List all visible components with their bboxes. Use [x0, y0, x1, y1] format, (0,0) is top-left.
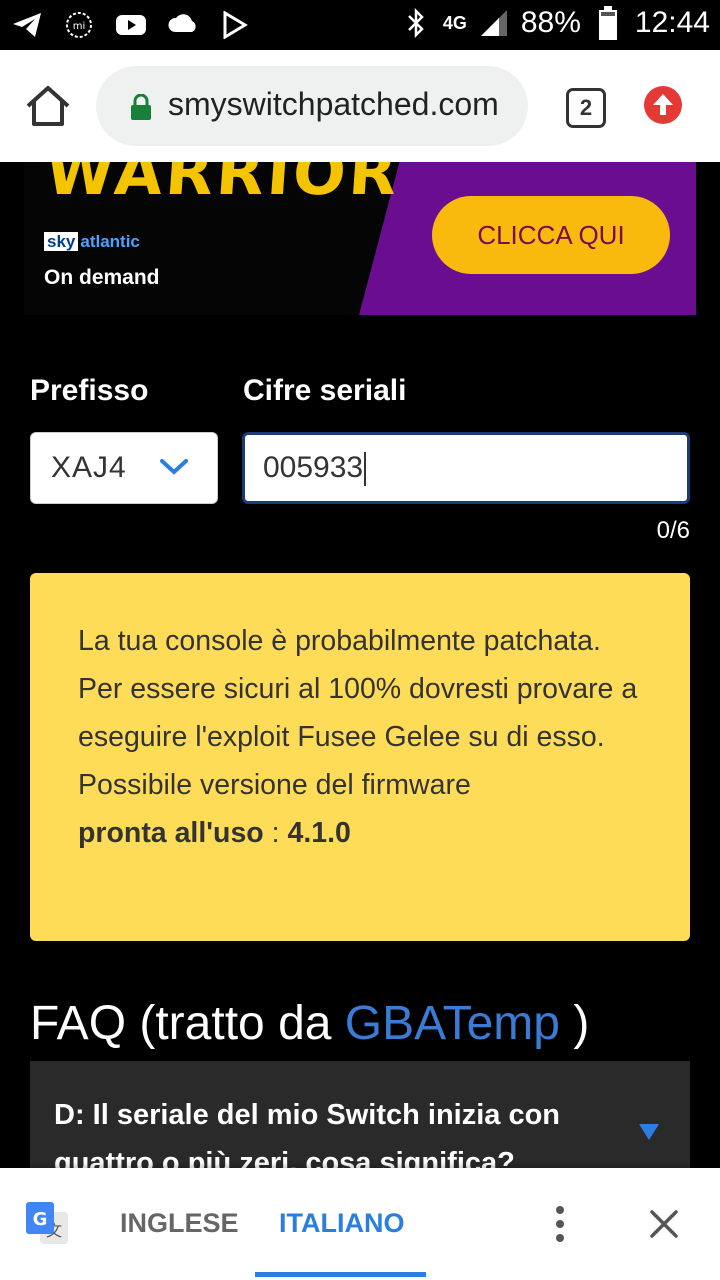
gbatemp-link[interactable]: GBATemp	[345, 997, 560, 1050]
status-bar: mi 4G 88% 12:44	[0, 0, 720, 50]
firmware-version: 4.1.0	[287, 817, 351, 849]
serial-counter: 0/6	[656, 517, 690, 544]
translate-bar: 文 G INGLESE ITALIANO	[0, 1168, 720, 1280]
close-translate-button[interactable]	[644, 1204, 684, 1244]
serial-input[interactable]: 005933	[242, 432, 690, 504]
address-bar[interactable]: smyswitchpatched.com	[96, 66, 528, 146]
update-button[interactable]	[644, 86, 682, 124]
more-options-button[interactable]	[548, 1204, 572, 1244]
telegram-icon	[10, 8, 44, 42]
sky-logo: sky	[44, 232, 79, 251]
arrow-up-icon	[653, 94, 673, 115]
triangle-down-icon	[639, 1124, 659, 1140]
prefix-label: Prefisso	[30, 374, 149, 407]
network-name: atlantic	[80, 232, 140, 251]
home-button[interactable]	[22, 80, 74, 132]
url-text: smyswitchpatched.com	[168, 86, 499, 122]
clock: 12:44	[634, 6, 710, 39]
bluetooth-icon	[399, 6, 433, 40]
ad-banner[interactable]: WARRIOR sky atlantic On demand CLICCA QUI	[24, 162, 696, 315]
faq-title: FAQ (tratto da GBATemp )	[30, 996, 589, 1051]
signal-icon	[477, 6, 511, 40]
svg-text:mi: mi	[73, 21, 86, 32]
firmware-prefix: Possibile versione del firmware	[78, 769, 471, 801]
home-icon	[26, 86, 70, 126]
firmware-label: pronta all'uso	[78, 817, 264, 849]
tab-switcher-button[interactable]: 2	[566, 88, 606, 128]
browser-toolbar: smyswitchpatched.com 2	[0, 50, 720, 162]
youtube-icon	[114, 8, 148, 42]
network-type: 4G	[442, 12, 467, 33]
close-icon	[650, 1210, 678, 1238]
text-cursor	[364, 452, 367, 487]
lang-source-tab[interactable]: INGLESE	[120, 1208, 239, 1239]
battery-percent: 88%	[520, 6, 581, 39]
more-vert-icon	[556, 1206, 564, 1242]
battery-icon	[591, 6, 625, 40]
faq-title-suffix: )	[559, 997, 590, 1050]
mi-icon: mi	[62, 8, 96, 42]
svg-text:G: G	[33, 1209, 48, 1230]
active-tab-indicator	[255, 1272, 426, 1277]
lock-icon	[131, 94, 151, 120]
serial-label: Cifre seriali	[243, 374, 407, 407]
ad-network-logo: sky atlantic	[44, 232, 140, 252]
prefix-select[interactable]: XAJ4	[30, 432, 218, 504]
ad-title: WARRIOR	[43, 162, 403, 209]
faq-question: D: Il seriale del mio Switch inizia con …	[54, 1099, 561, 1171]
serial-value: 005933	[263, 451, 364, 484]
lang-target-tab[interactable]: ITALIANO	[279, 1208, 404, 1239]
chevron-down-icon	[160, 459, 188, 475]
firmware-line: Possibile versione del firmware pronta a…	[78, 761, 642, 857]
ad-subtitle: On demand	[44, 266, 160, 289]
result-box: La tua console è probabilmente patchata.…	[30, 573, 690, 941]
result-message: La tua console è probabilmente patchata.…	[78, 625, 638, 753]
cloud-icon	[166, 8, 200, 42]
faq-item[interactable]: D: Il seriale del mio Switch inizia con …	[30, 1061, 690, 1171]
play-store-icon	[218, 8, 252, 42]
prefix-value: XAJ4	[51, 451, 127, 484]
google-translate-icon: 文 G	[26, 1202, 68, 1244]
firmware-separator: :	[263, 817, 288, 849]
faq-title-prefix: FAQ (tratto da	[30, 997, 345, 1050]
ad-cta-button[interactable]: CLICCA QUI	[432, 196, 670, 274]
